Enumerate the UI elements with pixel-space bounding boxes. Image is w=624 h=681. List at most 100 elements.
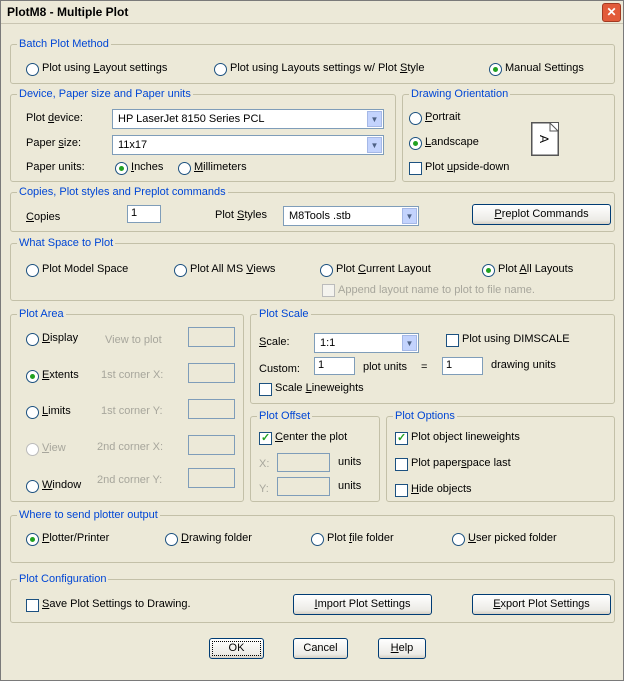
ok-button[interactable]: OK xyxy=(209,638,264,659)
manual-settings-radio[interactable] xyxy=(489,63,502,76)
user-picked-folder-label[interactable]: User picked folder xyxy=(468,532,557,544)
current-layout-label[interactable]: Plot Current Layout xyxy=(336,263,431,275)
first-corner-x-label: 1st corner X: xyxy=(101,369,164,381)
append-layout-name-label[interactable]: Append layout name to plot to file name. xyxy=(338,284,535,296)
manual-settings-label[interactable]: Manual Settings xyxy=(505,62,584,74)
drawing-units-input[interactable]: 1 xyxy=(442,357,483,375)
landscape-label[interactable]: Landscape xyxy=(425,136,479,148)
window-title: PlotM8 - Multiple Plot xyxy=(7,5,129,19)
scale-select[interactable]: 1:1 ▼ xyxy=(314,333,419,353)
close-button[interactable]: ✕ xyxy=(602,3,621,22)
chevron-down-icon[interactable]: ▼ xyxy=(367,111,382,127)
cancel-button[interactable]: Cancel xyxy=(293,638,348,659)
inches-radio[interactable] xyxy=(115,162,128,175)
object-lineweights-label[interactable]: Plot object lineweights xyxy=(411,431,520,443)
save-settings-checkbox[interactable] xyxy=(26,599,39,612)
model-space-radio[interactable] xyxy=(26,264,39,277)
paper-size-label: Paper size: xyxy=(26,137,82,149)
paper-size-select[interactable]: 11x17 ▼ xyxy=(112,135,384,155)
center-plot-label[interactable]: Center the plot xyxy=(275,431,347,443)
limits-label[interactable]: Limits xyxy=(42,405,71,417)
title-bar: PlotM8 - Multiple Plot ✕ xyxy=(1,1,623,24)
dimscale-label[interactable]: Plot using DIMSCALE xyxy=(462,333,570,345)
chevron-down-icon[interactable]: ▼ xyxy=(402,335,417,351)
hide-objects-checkbox[interactable] xyxy=(395,484,408,497)
orientation-glyph: A xyxy=(537,134,552,144)
chevron-down-icon[interactable]: ▼ xyxy=(402,208,417,224)
upside-down-label[interactable]: Plot upside-down xyxy=(425,161,509,173)
view-to-plot-field[interactable] xyxy=(188,327,235,347)
copies-label: Copies xyxy=(26,211,61,223)
plot-styles-select[interactable]: M8Tools .stb ▼ xyxy=(283,206,419,226)
output-destination-legend: Where to send plotter output xyxy=(19,509,158,521)
layout-settings-radio[interactable] xyxy=(26,63,39,76)
display-label[interactable]: Display xyxy=(42,332,78,344)
dimscale-checkbox[interactable] xyxy=(446,334,459,347)
millimeters-radio[interactable] xyxy=(178,162,191,175)
view-label[interactable]: View xyxy=(42,442,66,454)
model-space-label[interactable]: Plot Model Space xyxy=(42,263,128,275)
plot-device-select[interactable]: HP LaserJet 8150 Series PCL ▼ xyxy=(112,109,384,129)
portrait-radio[interactable] xyxy=(409,112,422,125)
plot-scale-legend: Plot Scale xyxy=(259,308,309,320)
all-layouts-radio[interactable] xyxy=(482,264,495,277)
plot-file-folder-radio[interactable] xyxy=(311,533,324,546)
save-settings-label[interactable]: Save Plot Settings to Drawing. xyxy=(42,598,191,610)
plot-units-label: plot units xyxy=(363,361,408,373)
layouts-plot-style-label[interactable]: Plot using Layouts settings w/ Plot Styl… xyxy=(230,62,424,74)
second-corner-x-field[interactable] xyxy=(188,435,235,455)
landscape-radio[interactable] xyxy=(409,137,422,150)
offset-x-field[interactable] xyxy=(277,453,330,472)
millimeters-label[interactable]: Millimeters xyxy=(194,161,247,173)
scale-value: 1:1 xyxy=(320,337,336,349)
user-picked-folder-radio[interactable] xyxy=(452,533,465,546)
scale-lineweights-checkbox[interactable] xyxy=(259,383,272,396)
current-layout-radio[interactable] xyxy=(320,264,333,277)
import-settings-button[interactable]: Import Plot Settings xyxy=(293,594,432,615)
extents-label[interactable]: Extents xyxy=(42,369,79,381)
scale-lineweights-label[interactable]: Scale Lineweights xyxy=(275,382,364,394)
copies-input[interactable]: 1 xyxy=(127,205,161,223)
first-corner-y-field[interactable] xyxy=(188,399,235,419)
drawing-folder-radio[interactable] xyxy=(165,533,178,546)
help-button[interactable]: Help xyxy=(378,638,426,659)
preplot-commands-button[interactable]: Preplot Commands xyxy=(472,204,611,225)
ms-views-radio[interactable] xyxy=(174,264,187,277)
device-paper-legend: Device, Paper size and Paper units xyxy=(19,88,191,100)
second-corner-y-field[interactable] xyxy=(188,468,235,488)
extents-radio[interactable] xyxy=(26,370,39,383)
paperspace-last-checkbox[interactable] xyxy=(395,458,408,471)
custom-label: Custom: xyxy=(259,363,300,375)
limits-radio[interactable] xyxy=(26,406,39,419)
hide-objects-label[interactable]: Hide objects xyxy=(411,483,472,495)
layouts-plot-style-radio[interactable] xyxy=(214,63,227,76)
drawing-folder-label[interactable]: Drawing folder xyxy=(181,532,252,544)
paperspace-last-label[interactable]: Plot paperspace last xyxy=(411,457,511,469)
append-layout-name-checkbox[interactable] xyxy=(322,284,335,297)
inches-label[interactable]: Inches xyxy=(131,161,163,173)
offset-y-field[interactable] xyxy=(277,477,330,496)
window-label[interactable]: Window xyxy=(42,479,81,491)
window-radio[interactable] xyxy=(26,480,39,493)
plot-area-legend: Plot Area xyxy=(19,308,64,320)
export-settings-button[interactable]: Export Plot Settings xyxy=(472,594,611,615)
plot-styles-label: Plot Styles xyxy=(215,209,267,221)
plotter-printer-label[interactable]: Plotter/Printer xyxy=(42,532,109,544)
chevron-down-icon[interactable]: ▼ xyxy=(367,137,382,153)
all-layouts-label[interactable]: Plot All Layouts xyxy=(498,263,573,275)
ms-views-label[interactable]: Plot All MS Views xyxy=(190,263,275,275)
plot-file-folder-label[interactable]: Plot file folder xyxy=(327,532,394,544)
custom-plot-units-input[interactable]: 1 xyxy=(314,357,355,375)
plotter-printer-radio[interactable] xyxy=(26,533,39,546)
batch-plot-method-group: Batch Plot Method xyxy=(10,38,615,84)
first-corner-x-field[interactable] xyxy=(188,363,235,383)
upside-down-checkbox[interactable] xyxy=(409,162,422,175)
portrait-label[interactable]: Portrait xyxy=(425,111,460,123)
display-radio[interactable] xyxy=(26,333,39,346)
close-icon[interactable]: ✕ xyxy=(606,5,616,19)
center-plot-checkbox[interactable] xyxy=(259,431,272,445)
paper-units-label: Paper units: xyxy=(26,161,85,173)
layout-settings-label[interactable]: Plot using Layout settings xyxy=(42,62,167,74)
view-radio[interactable] xyxy=(26,443,39,456)
object-lineweights-checkbox[interactable] xyxy=(395,431,408,445)
